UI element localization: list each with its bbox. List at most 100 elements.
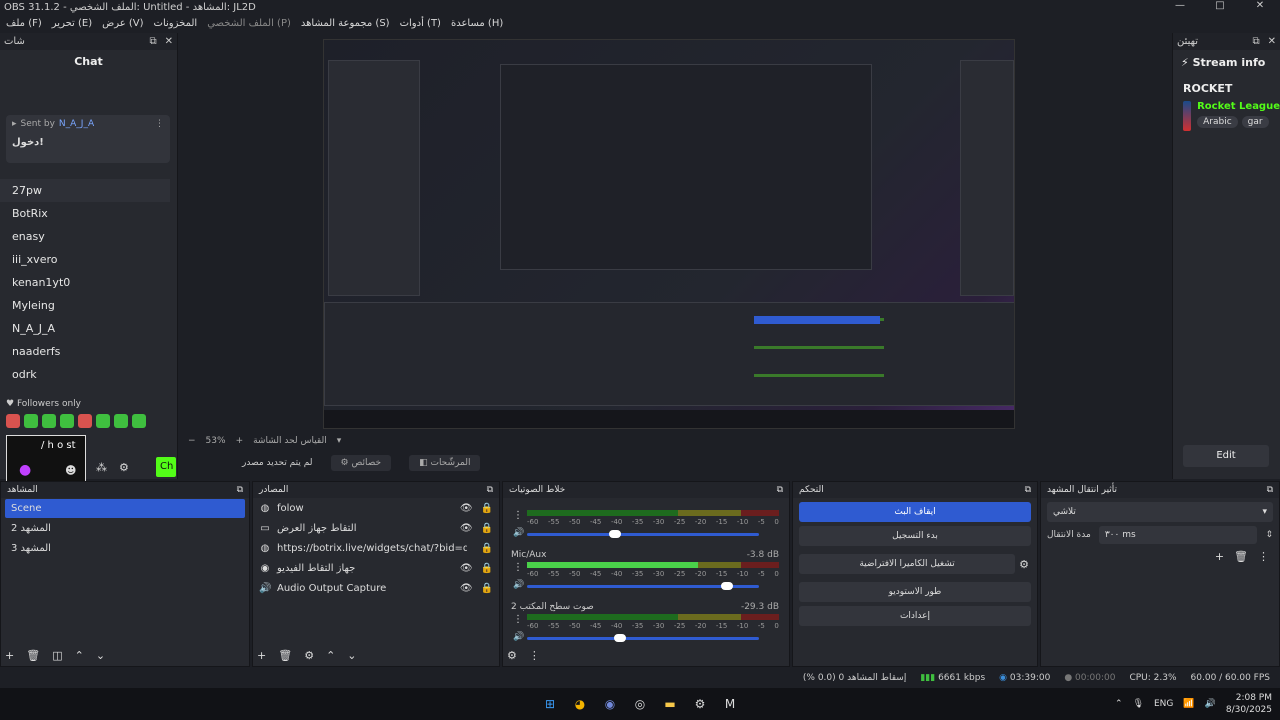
sent-by-user[interactable]: N_A_J_A bbox=[59, 119, 94, 129]
mute-icon[interactable]: 🔊 bbox=[513, 632, 524, 642]
list-item[interactable]: odrk bbox=[0, 363, 170, 386]
volume-knob[interactable] bbox=[609, 530, 622, 538]
close-icon[interactable]: ✕ bbox=[1268, 36, 1276, 47]
emote-icon[interactable] bbox=[24, 414, 38, 428]
transition-select[interactable]: تلاشي ▾ bbox=[1047, 502, 1273, 522]
trash-icon[interactable]: 🗑 bbox=[278, 649, 292, 662]
clock[interactable]: 2:08 PM 8/30/2025 bbox=[1226, 692, 1272, 716]
duration-input[interactable]: ٣٠٠ ms bbox=[1098, 526, 1258, 544]
lock-icon[interactable]: 🔒 bbox=[481, 563, 493, 574]
discord-icon[interactable]: ◉ bbox=[600, 694, 620, 714]
list-item[interactable]: N_A_J_A bbox=[0, 317, 170, 340]
float-icon[interactable]: ⧉ bbox=[487, 485, 493, 495]
add-icon[interactable]: + bbox=[1215, 550, 1224, 563]
trash-icon[interactable]: 🗑 bbox=[1234, 550, 1248, 563]
lock-icon[interactable]: 🔒 bbox=[481, 543, 493, 554]
list-item[interactable]: Myleing bbox=[0, 294, 170, 317]
move-up-icon[interactable]: ⌃ bbox=[326, 649, 335, 662]
list-item[interactable]: BotRix bbox=[0, 202, 170, 225]
share-icon[interactable]: ⁂ bbox=[96, 461, 107, 474]
studio-mode-button[interactable]: طور الاستوديو bbox=[799, 582, 1031, 602]
mute-icon[interactable]: 🔊 bbox=[513, 528, 524, 538]
volume-knob[interactable] bbox=[613, 634, 626, 642]
emoji-icon[interactable]: ☻ bbox=[65, 464, 76, 477]
menu-view[interactable]: عرض (V) bbox=[102, 18, 143, 29]
close-icon[interactable]: ✕ bbox=[165, 36, 173, 47]
obs-icon[interactable]: ◎ bbox=[630, 694, 650, 714]
move-up-icon[interactable]: ⌃ bbox=[75, 649, 84, 662]
gear-icon[interactable]: ⚙ bbox=[1019, 558, 1029, 571]
eye-icon[interactable]: 👁 bbox=[460, 563, 473, 574]
list-item[interactable]: enasy bbox=[0, 225, 170, 248]
minimize-button[interactable]: — bbox=[1160, 0, 1200, 15]
zoom-out-button[interactable]: − bbox=[188, 436, 196, 446]
trash-icon[interactable]: 🗑 bbox=[26, 649, 40, 662]
chrome-icon[interactable]: ◕ bbox=[570, 694, 590, 714]
source-item[interactable]: ▭ التقاط جهاز العرض 👁 🔒 bbox=[253, 518, 499, 538]
emote-icon[interactable] bbox=[78, 414, 92, 428]
mute-icon[interactable]: 🔊 bbox=[513, 580, 524, 590]
float-icon[interactable]: ⧉ bbox=[1252, 36, 1259, 47]
lock-icon[interactable]: 🔒 bbox=[481, 503, 493, 514]
menu-scene-collection[interactable]: مجموعة المشاهد (S) bbox=[301, 18, 390, 29]
more-icon[interactable]: ⋮ bbox=[529, 649, 540, 662]
more-icon[interactable]: ⋮ bbox=[155, 119, 164, 129]
lock-icon[interactable]: 🔒 bbox=[481, 583, 493, 594]
stop-streaming-button[interactable]: ايقاف البث bbox=[799, 502, 1031, 522]
zoom-in-button[interactable]: + bbox=[236, 436, 244, 446]
add-icon[interactable]: + bbox=[5, 649, 14, 662]
language-indicator[interactable]: ENG bbox=[1154, 699, 1173, 709]
emote-icon[interactable] bbox=[60, 414, 74, 428]
more-icon[interactable]: ⋮ bbox=[1258, 550, 1269, 563]
volume-knob[interactable] bbox=[720, 582, 733, 590]
eye-icon[interactable]: 👁 bbox=[460, 503, 473, 514]
volume-slider[interactable] bbox=[527, 582, 759, 590]
filter-icon[interactable]: ◫ bbox=[52, 649, 62, 662]
list-item[interactable]: 27pw bbox=[0, 179, 170, 202]
source-item[interactable]: ◍ folow 👁 🔒 bbox=[253, 498, 499, 518]
menu-profile[interactable]: الملف الشخصي (P) bbox=[207, 18, 291, 29]
mic-icon[interactable]: 🎙 bbox=[1133, 699, 1144, 709]
source-item[interactable]: 🔊 Audio Output Capture 👁 🔒 bbox=[253, 578, 499, 598]
scene-item[interactable]: المشهد 3 bbox=[5, 539, 245, 558]
add-icon[interactable]: + bbox=[257, 649, 266, 662]
menu-docks[interactable]: المخزونات bbox=[154, 18, 198, 29]
float-icon[interactable]: ⧉ bbox=[237, 485, 243, 495]
preview-canvas[interactable] bbox=[323, 39, 1015, 429]
start-icon[interactable]: ⊞ bbox=[540, 694, 560, 714]
gear-icon[interactable]: ⚙ bbox=[304, 649, 314, 662]
settings-button[interactable]: إعدادات bbox=[799, 606, 1031, 626]
scene-item[interactable]: Scene bbox=[5, 499, 245, 518]
source-item[interactable]: ◉ جهاز التقاط الفيديو 👁 🔒 bbox=[253, 558, 499, 578]
float-icon[interactable]: ⧉ bbox=[1025, 485, 1031, 495]
more-icon[interactable]: ⋮ bbox=[513, 614, 523, 625]
eye-icon[interactable]: 👁 bbox=[460, 523, 473, 534]
start-recording-button[interactable]: بدء التسجيل bbox=[799, 526, 1031, 546]
eye-icon[interactable]: 👁 bbox=[460, 583, 473, 594]
list-item[interactable]: iii_xvero bbox=[0, 248, 170, 271]
gear-icon[interactable]: ⚙ bbox=[119, 461, 129, 474]
menu-file[interactable]: ملف (F) bbox=[6, 18, 42, 29]
edit-stream-info-button[interactable]: Edit bbox=[1183, 445, 1269, 467]
emote-icon[interactable] bbox=[96, 414, 110, 428]
more-icon[interactable]: ⋮ bbox=[513, 510, 523, 521]
float-icon[interactable]: ⧉ bbox=[149, 36, 156, 47]
close-button[interactable]: ✕ bbox=[1240, 0, 1280, 15]
chevron-down-icon[interactable]: ▾ bbox=[337, 436, 342, 446]
virtual-camera-button[interactable]: تشغيل الكاميرا الافتراضية bbox=[799, 554, 1016, 574]
wifi-icon[interactable]: 📶 bbox=[1183, 699, 1194, 709]
properties-button[interactable]: ⚙ خصائص bbox=[330, 455, 392, 471]
pinned-message[interactable]: ▸ Sent by N_A_J_A ⋮ دخول! bbox=[6, 115, 170, 163]
gear-icon[interactable]: ⚙ bbox=[507, 649, 517, 662]
list-item[interactable]: kenan1yt0 bbox=[0, 271, 170, 294]
menu-tools[interactable]: أدوات (T) bbox=[400, 18, 441, 29]
move-down-icon[interactable]: ⌄ bbox=[96, 649, 105, 662]
stepper-icon[interactable]: ⇕ bbox=[1265, 530, 1273, 540]
preview-area[interactable] bbox=[180, 33, 1170, 445]
app-icon[interactable]: M bbox=[720, 694, 740, 714]
folder-icon[interactable]: ▬ bbox=[660, 694, 680, 714]
lock-icon[interactable]: 🔒 bbox=[481, 523, 493, 534]
filters-button[interactable]: ◧ المرشّحات bbox=[409, 455, 481, 471]
float-icon[interactable]: ⧉ bbox=[1267, 485, 1273, 495]
source-item[interactable]: ◍ https://botrix.live/widgets/chat/?bid=… bbox=[253, 538, 499, 558]
